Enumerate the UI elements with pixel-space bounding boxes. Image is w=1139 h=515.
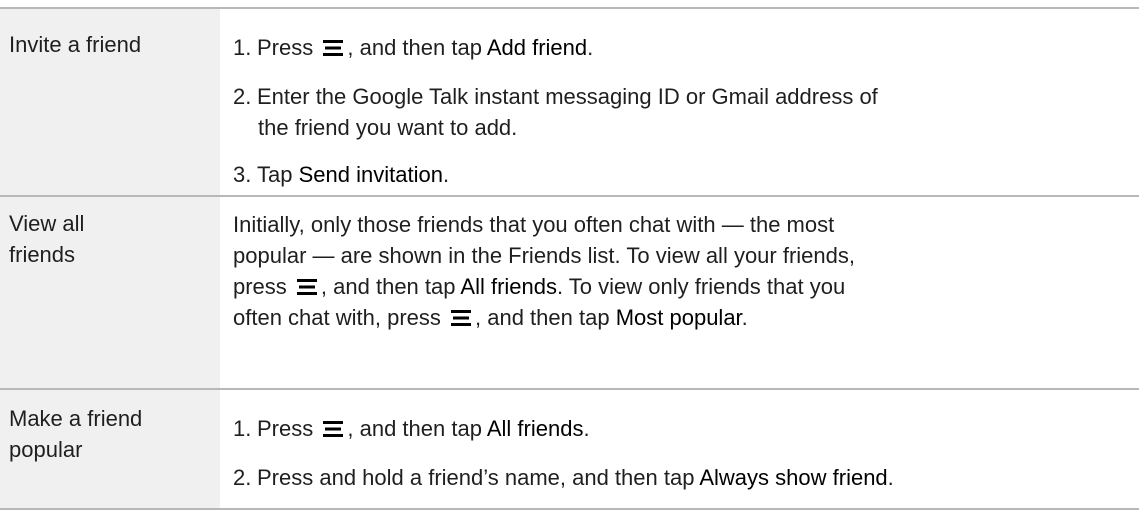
table-row-make-a-friend-popular: Make a friend popular 1. Press , and the… bbox=[0, 388, 1139, 510]
row-label-text: Make a friend bbox=[9, 406, 143, 431]
row-label-text: friends bbox=[9, 242, 76, 267]
row-label: Make a friend popular bbox=[0, 390, 220, 508]
paragraph-text: , and then tap bbox=[320, 274, 456, 299]
row-label-text: View all bbox=[9, 211, 85, 236]
menu-icon bbox=[323, 40, 344, 56]
step-text-line: the friend you want to add. bbox=[258, 115, 518, 140]
paragraph-line: press , and then tap All friends. To vie… bbox=[233, 271, 1129, 302]
paragraph-text: often chat with, press bbox=[233, 305, 441, 330]
paragraph-line: popular — are shown in the Friends list.… bbox=[233, 243, 855, 268]
ui-term: Always show friend bbox=[699, 465, 888, 490]
table-row-invite-a-friend: Invite a friend 1. Press , and then tap … bbox=[0, 7, 1139, 197]
ui-term: All friends bbox=[486, 416, 584, 441]
step-text: Press , and then tap All friends. bbox=[257, 413, 1129, 444]
step-number: 3. bbox=[233, 162, 252, 187]
step-text: Enter the Google Talk instant messaging … bbox=[257, 81, 1129, 143]
row-body: 1. Press , and then tap All friends. 2. … bbox=[220, 390, 1139, 508]
step-text: Press , and then tap Add friend. bbox=[257, 32, 1129, 63]
menu-icon bbox=[296, 279, 317, 295]
step-number: 1. bbox=[233, 35, 252, 60]
ui-term: All friends bbox=[460, 274, 557, 299]
step-text-post: . bbox=[442, 162, 450, 187]
step-text: Tap Send invitation. bbox=[257, 159, 1129, 190]
step-text-pre: Tap bbox=[257, 162, 293, 187]
step-text: Press and hold a friend’s name, and then… bbox=[257, 462, 1129, 493]
paragraph-text: , and then tap bbox=[475, 305, 610, 330]
step-text-pre: Press and hold a friend’s name, and then… bbox=[257, 465, 695, 490]
row-body: 1. Press , and then tap Add friend. 2. E… bbox=[220, 9, 1139, 197]
table-row-view-all-friends: View all friends Initially, only those f… bbox=[0, 195, 1139, 390]
step-text-pre: Press bbox=[257, 35, 314, 60]
paragraph-text: . To view only friends that you bbox=[556, 274, 846, 299]
step-text-mid: , and then tap bbox=[347, 416, 482, 441]
paragraph-line: often chat with, press , and then tap Mo… bbox=[233, 302, 1129, 333]
menu-icon bbox=[451, 310, 472, 326]
step-text-pre: Press bbox=[257, 416, 314, 441]
row-body: Initially, only those friends that you o… bbox=[220, 197, 1139, 390]
step-text-mid: , and then tap bbox=[347, 35, 482, 60]
step-text-post: . bbox=[587, 35, 594, 60]
step-text-line: Enter the Google Talk instant messaging … bbox=[257, 84, 878, 109]
paragraph-text: press bbox=[233, 274, 287, 299]
ui-term: Send invitation bbox=[298, 162, 443, 187]
menu-icon bbox=[323, 421, 344, 437]
row-label: Invite a friend bbox=[0, 9, 220, 197]
step-text-post: . bbox=[583, 416, 590, 441]
paragraph-line: Initially, only those friends that you o… bbox=[233, 212, 835, 237]
step-text-post: . bbox=[887, 465, 894, 490]
description-paragraph: Initially, only those friends that you o… bbox=[233, 209, 1129, 333]
step-number: 2. bbox=[233, 465, 252, 490]
row-label: View all friends bbox=[0, 197, 220, 390]
ui-term: Add friend bbox=[486, 35, 588, 60]
paragraph-text: . bbox=[741, 305, 748, 330]
row-label-text: Invite a friend bbox=[9, 32, 142, 57]
step-number: 1. bbox=[233, 416, 252, 441]
ui-term: Most popular bbox=[615, 305, 742, 330]
row-label-text: popular bbox=[9, 437, 83, 462]
step-number: 2. bbox=[233, 84, 252, 109]
